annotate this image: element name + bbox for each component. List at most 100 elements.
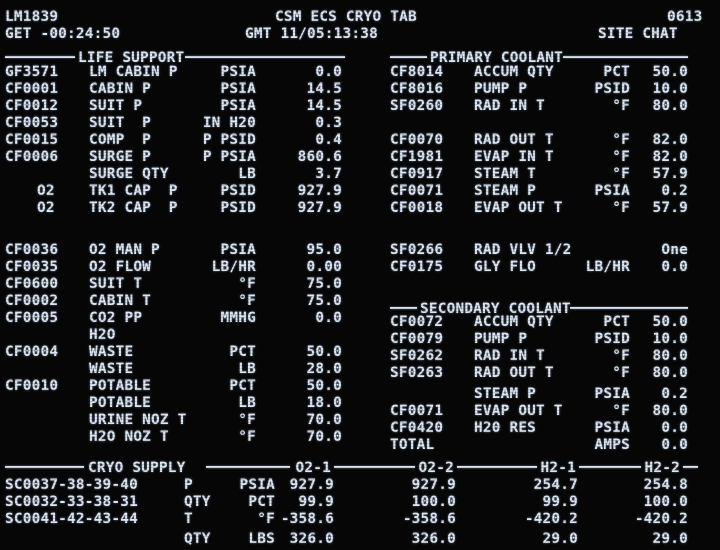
life-support-id: CF0005 — [5, 310, 59, 326]
secondary-coolant-id: CF0079 — [390, 331, 444, 347]
life-support-value: 0.00 — [306, 259, 342, 275]
cryo-row-value: 927.9 — [289, 477, 334, 493]
cryo-row-id: SC0032-33-38-31 — [5, 494, 138, 510]
cryo-column-header: O2-1 — [295, 460, 331, 476]
life-support-value: 0.3 — [315, 115, 342, 131]
primary-coolant-id: CF0070 — [390, 132, 444, 148]
secondary-coolant-label: H20 RES — [474, 420, 537, 436]
secondary-coolant-label: STEAM P — [474, 386, 537, 402]
primary-coolant-label: GLY FLO — [474, 259, 537, 275]
secondary-coolant-id: SF0263 — [390, 365, 444, 381]
secondary-coolant-id: CF0072 — [390, 314, 444, 330]
life-support-id: CF0006 — [5, 149, 59, 165]
secondary-coolant-value: 80.0 — [652, 365, 688, 381]
get-time: GET -00:24:50 — [5, 26, 121, 42]
secondary-coolant-value: 0.0 — [661, 437, 688, 453]
secondary-coolant-id: SF0262 — [390, 348, 444, 364]
primary-coolant-value: 57.9 — [652, 200, 688, 216]
cryo-row-value: 254.8 — [643, 477, 688, 493]
life-support-value: 0.0 — [315, 64, 342, 80]
secondary-coolant-header-left-rule — [390, 307, 417, 309]
cryo-row-value: 99.9 — [298, 494, 334, 510]
life-support-id: CF0600 — [5, 276, 59, 292]
cryo-row-value: -358.6 — [402, 511, 456, 527]
cryo-row-id: SC0041-42-43-44 — [5, 511, 138, 527]
life-support-label: SUIT P — [89, 98, 143, 114]
life-support-value: 927.9 — [297, 183, 342, 199]
cryo-column-header: H2-1 — [540, 460, 576, 476]
life-support-unit: °F — [238, 276, 256, 292]
life-support-header-right-rule — [184, 56, 345, 58]
life-support-unit: LB — [238, 361, 256, 377]
life-support-id: CF0036 — [5, 242, 59, 258]
life-support-unit: MMHG — [220, 310, 256, 326]
cryo-row-value: 927.9 — [411, 477, 456, 493]
secondary-coolant-value: 80.0 — [652, 348, 688, 364]
primary-coolant-id: CF0071 — [390, 183, 444, 199]
life-support-unit: PCT — [229, 344, 256, 360]
life-support-unit: °F — [238, 293, 256, 309]
cryo-rule-seg — [334, 466, 416, 468]
primary-coolant-id: CF1981 — [390, 149, 444, 165]
life-support-unit: PCT — [229, 378, 256, 394]
cryo-row-param: QTY — [184, 531, 211, 547]
life-support-value: 50.0 — [306, 344, 342, 360]
primary-coolant-value: 50.0 — [652, 64, 688, 80]
primary-coolant-label: STEAM P — [474, 183, 537, 199]
cryo-row-value: -420.2 — [524, 511, 578, 527]
cryo-rule-2 — [206, 466, 290, 468]
primary-coolant-id: SF0266 — [390, 242, 444, 258]
life-support-unit: PSIA — [220, 64, 256, 80]
life-support-label: CABIN T — [89, 293, 152, 309]
life-support-label: WASTE — [89, 344, 134, 360]
life-support-label: SUIT T — [89, 276, 143, 292]
life-support-value: 28.0 — [306, 361, 342, 377]
life-support-value: 860.6 — [297, 149, 342, 165]
life-support-value: 50.0 — [306, 378, 342, 394]
life-support-id: CF0001 — [5, 81, 59, 97]
cryo-row-value: 99.9 — [542, 494, 578, 510]
primary-coolant-id: CF0917 — [390, 166, 444, 182]
life-support-value: 3.7 — [315, 166, 342, 182]
life-support-value: 70.0 — [306, 429, 342, 445]
cryo-row-param: T — [184, 511, 193, 527]
life-support-label: O2 FLOW — [89, 259, 152, 275]
life-support-unit: P PSIA — [202, 149, 256, 165]
life-support-unit: LB/HR — [211, 259, 256, 275]
life-support-unit: PSIA — [220, 81, 256, 97]
life-support-unit: PSIA — [220, 242, 256, 258]
life-support-id: CF0053 — [5, 115, 59, 131]
cryo-row-value: 326.0 — [289, 531, 334, 547]
life-support-unit: IN H20 — [202, 115, 256, 131]
life-support-unit: °F — [238, 429, 256, 445]
cryo-row-value: 29.0 — [652, 531, 688, 547]
life-support-id: CF0015 — [5, 132, 59, 148]
cryo-rule-1 — [5, 466, 84, 468]
cryo-row-value: 100.0 — [411, 494, 456, 510]
life-support-label: H2O — [89, 327, 116, 343]
life-support-value: 14.5 — [306, 98, 342, 114]
life-support-value: 75.0 — [306, 276, 342, 292]
life-support-id: O2 — [37, 183, 55, 199]
cryo-row-param: QTY — [184, 494, 211, 510]
secondary-coolant-value: 10.0 — [652, 331, 688, 347]
life-support-label: WASTE — [89, 361, 134, 377]
cryo-column-header: O2-2 — [418, 460, 454, 476]
life-support-value: 95.0 — [306, 242, 342, 258]
primary-coolant-value: 82.0 — [652, 149, 688, 165]
primary-coolant-header-left-rule — [390, 56, 427, 58]
secondary-coolant-value: 50.0 — [652, 314, 688, 330]
life-support-id: GF3571 — [5, 64, 59, 80]
cryo-column-header: H2-2 — [644, 460, 680, 476]
primary-coolant-value: One — [661, 242, 688, 258]
cryo-rule-end — [683, 466, 698, 468]
secondary-coolant-id: CF0420 — [390, 420, 444, 436]
life-support-value: 0.4 — [315, 132, 342, 148]
gmt-time: GMT 11/05:13:38 — [245, 26, 378, 42]
primary-coolant-label: PUMP P — [474, 81, 528, 97]
life-support-value: 70.0 — [306, 412, 342, 428]
cryo-rule-seg — [579, 466, 642, 468]
primary-coolant-id: CF0175 — [390, 259, 444, 275]
primary-coolant-value: 80.0 — [652, 98, 688, 114]
life-support-label: POTABLE — [89, 378, 152, 394]
